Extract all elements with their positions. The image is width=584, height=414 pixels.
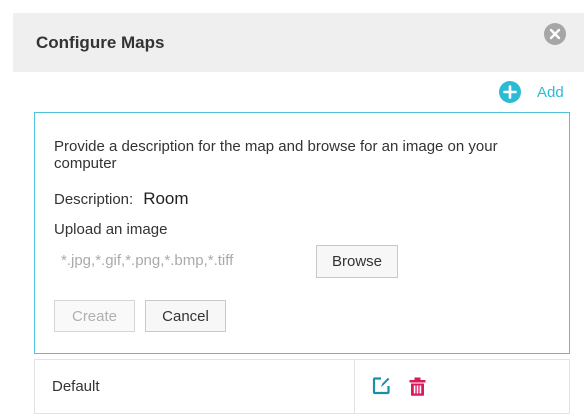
table-row: Default: [35, 360, 355, 413]
delete-icon[interactable]: [409, 377, 426, 396]
add-map-button[interactable]: Add: [499, 81, 564, 103]
cancel-button[interactable]: Cancel: [145, 300, 226, 332]
description-field[interactable]: Room: [143, 189, 188, 209]
edit-icon[interactable]: [372, 376, 391, 395]
dialog-header: Configure Maps: [13, 13, 584, 72]
maps-table: Default: [34, 359, 570, 414]
create-button[interactable]: Create: [54, 300, 135, 332]
upload-label: Upload an image: [54, 221, 168, 238]
plus-circle-icon: [499, 81, 521, 103]
file-types-hint: *.jpg,*.gif,*.png,*.bmp,*.tiff: [61, 252, 234, 269]
add-map-form: Provide a description for the map and br…: [34, 112, 570, 354]
configure-maps-dialog: Configure Maps Add Provide a description…: [13, 13, 584, 414]
description-field-row: Description: Room: [54, 189, 189, 209]
map-name: Default: [52, 378, 100, 395]
dialog-title: Configure Maps: [36, 33, 165, 52]
form-instructions: Provide a description for the map and br…: [54, 138, 498, 172]
close-icon[interactable]: [544, 23, 566, 45]
description-label: Description:: [54, 191, 134, 208]
browse-button[interactable]: Browse: [316, 245, 398, 278]
add-label: Add: [537, 83, 564, 101]
